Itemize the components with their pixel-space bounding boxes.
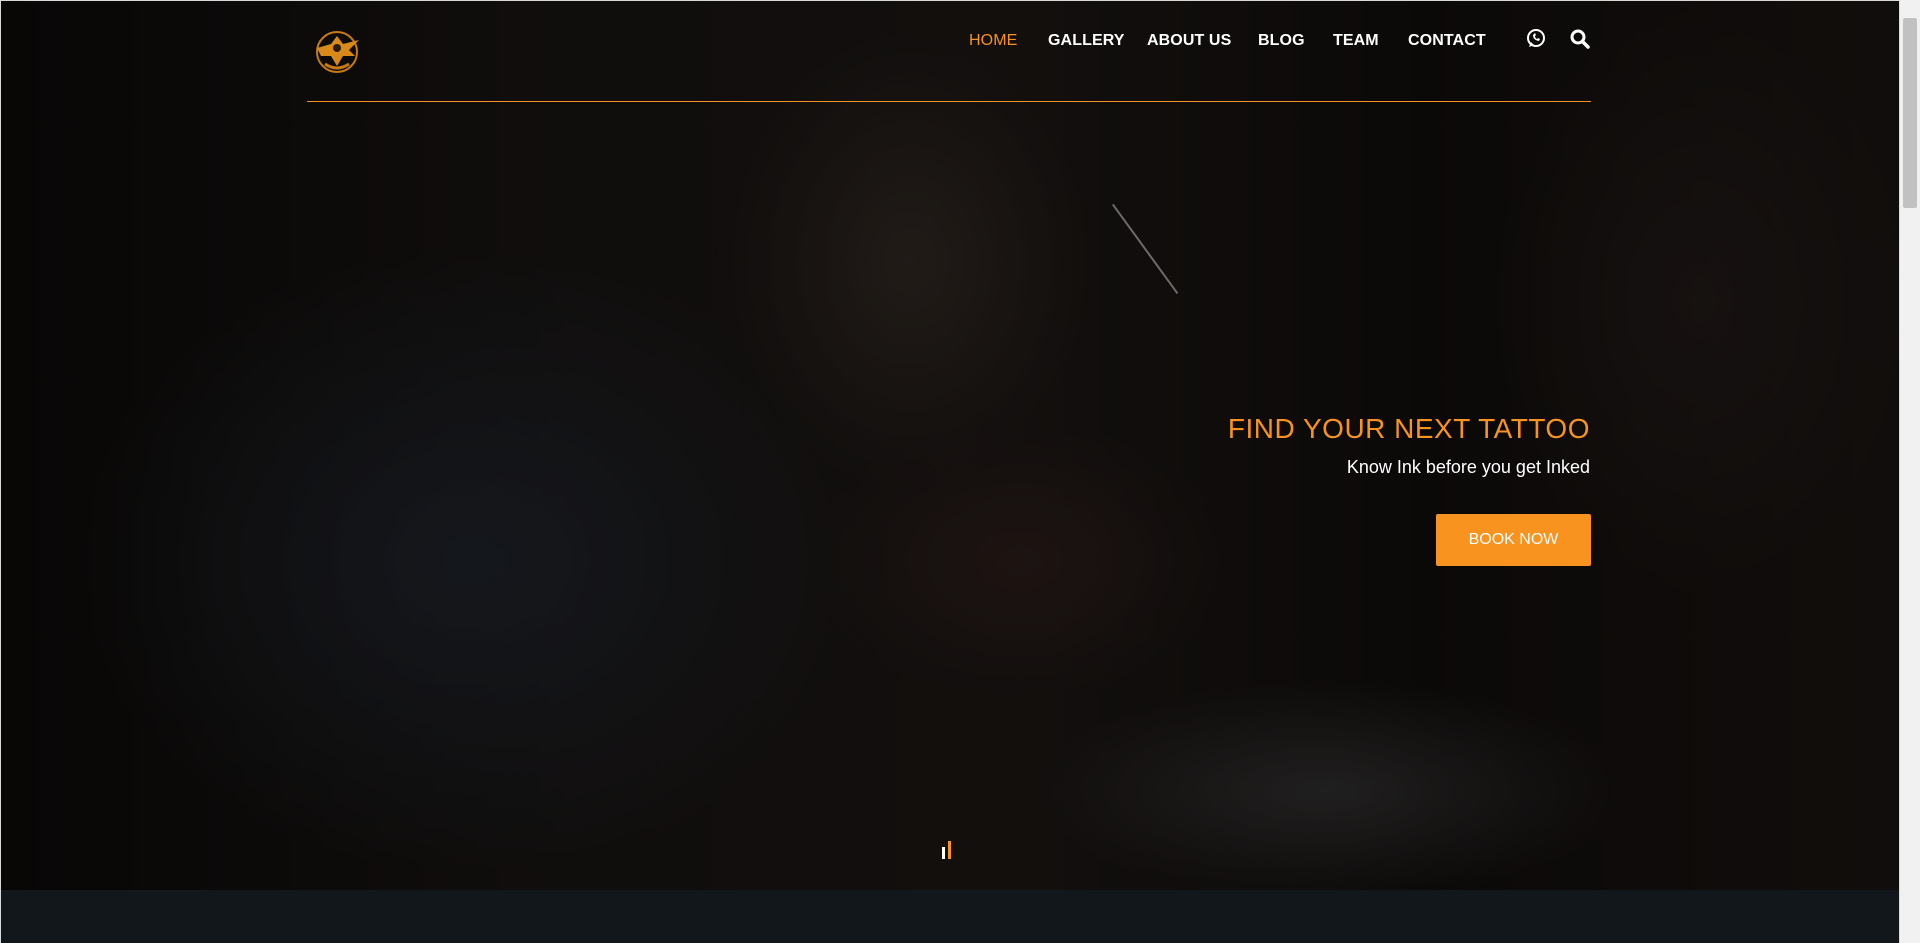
hero-title: FIND YOUR NEXT TATTOO: [1227, 413, 1590, 444]
page-viewport: HOME GALLERY ABOUT US BLOG TEAM CONTACT …: [0, 0, 1899, 943]
slide-dot-inactive[interactable]: [942, 847, 945, 859]
book-now-button[interactable]: BOOK NOW: [1436, 514, 1591, 566]
hero-subtitle: Know Ink before you get Inked: [1346, 457, 1590, 477]
slide-dot-active[interactable]: [948, 841, 951, 859]
hero-background-image: [0, 1, 1899, 890]
nav-gallery[interactable]: GALLERY: [1048, 32, 1125, 50]
slider-indicator[interactable]: [942, 841, 956, 859]
hero-caption: FIND YOUR NEXT TATTOO Know Ink before yo…: [1228, 413, 1590, 478]
main-navigation: HOME GALLERY ABOUT US BLOG TEAM CONTACT: [307, 32, 1591, 56]
nav-team[interactable]: TEAM: [1333, 32, 1379, 50]
search-icon[interactable]: [1569, 28, 1593, 52]
window-border-top: [0, 0, 1899, 1]
page-scrollbar[interactable]: [1899, 0, 1920, 943]
header-divider: [307, 101, 1591, 102]
scrollbar-thumb[interactable]: [1903, 18, 1917, 208]
window-border-left: [0, 0, 1, 943]
nav-contact[interactable]: CONTACT: [1408, 32, 1486, 50]
whatsapp-icon[interactable]: [1525, 28, 1549, 52]
nav-home[interactable]: HOME: [969, 32, 1017, 50]
nav-blog[interactable]: BLOG: [1258, 32, 1305, 50]
nav-about-us[interactable]: ABOUT US: [1147, 32, 1231, 50]
next-section-band: [0, 890, 1899, 943]
site-header: HOME GALLERY ABOUT US BLOG TEAM CONTACT: [307, 0, 1591, 103]
